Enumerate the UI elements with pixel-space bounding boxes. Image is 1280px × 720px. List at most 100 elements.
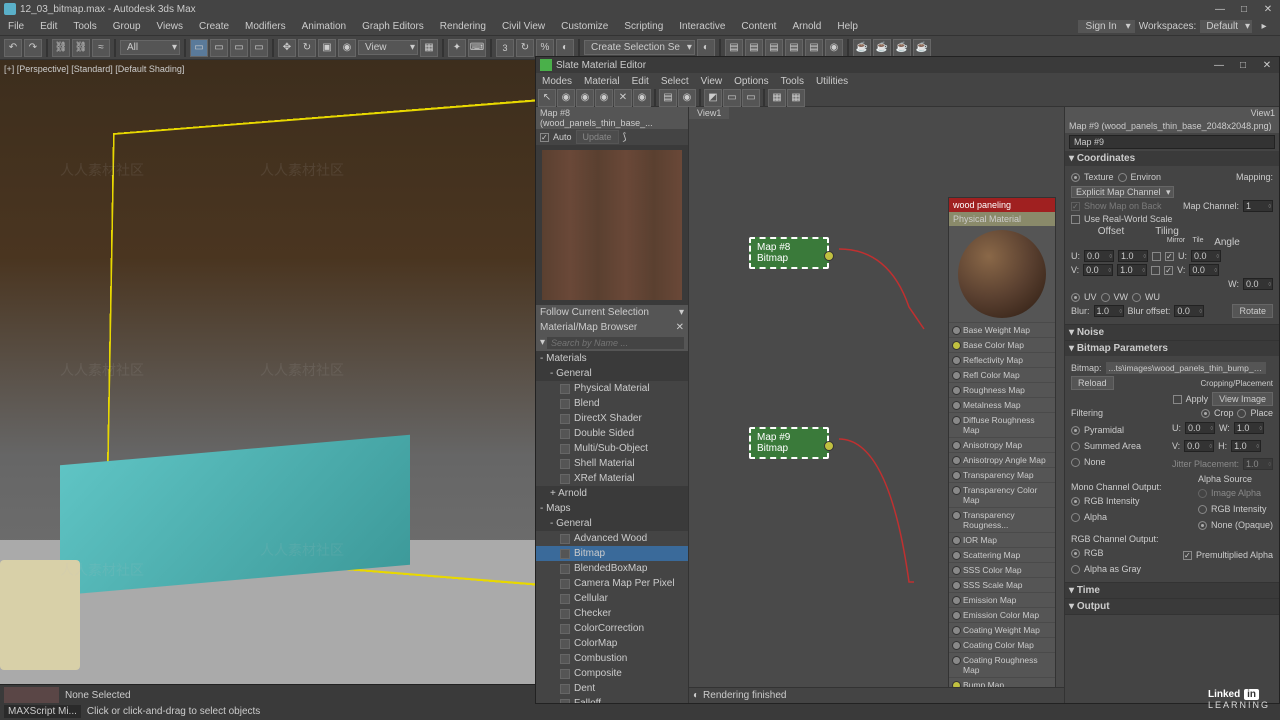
sme-menu-utilities[interactable]: Utilities: [810, 75, 854, 88]
menu-create[interactable]: Create: [191, 19, 237, 34]
search-menu-icon[interactable]: ▾: [540, 337, 545, 349]
sme-menu-modes[interactable]: Modes: [536, 75, 578, 88]
menu-edit[interactable]: Edit: [32, 19, 65, 34]
tree-item-dent[interactable]: Dent: [536, 681, 688, 696]
pyramidal-radio[interactable]: [1071, 426, 1080, 435]
material-slot-ior-map[interactable]: IOR Map: [949, 532, 1055, 547]
u-offset-spinner[interactable]: 0.0: [1084, 250, 1114, 262]
crop-h-spinner[interactable]: 1.0: [1231, 440, 1261, 452]
blur-offset-spinner[interactable]: 0.0: [1174, 305, 1204, 317]
sme-menu-options[interactable]: Options: [728, 75, 774, 88]
material-slot-diffuse-roughness-map[interactable]: Diffuse Roughness Map: [949, 412, 1055, 437]
menu-interactive[interactable]: Interactive: [671, 19, 733, 34]
tree-item-cellular[interactable]: Cellular: [536, 591, 688, 606]
crop-w-spinner[interactable]: 1.0: [1234, 422, 1264, 434]
preview-lock-icon[interactable]: ⟆: [623, 132, 627, 143]
sme-tool-5[interactable]: ✕: [614, 89, 632, 107]
material-slot-anisotropy-map[interactable]: Anisotropy Map: [949, 437, 1055, 452]
placement-button[interactable]: ◉: [338, 39, 356, 57]
maxscript-listener[interactable]: MAXScript Mi...: [4, 705, 81, 718]
mono-rgb-radio[interactable]: [1071, 497, 1080, 506]
sme-tool-12[interactable]: ▦: [768, 89, 786, 107]
browser-close-icon[interactable]: ✕: [676, 322, 684, 333]
spinner-snap-button[interactable]: ◐: [556, 39, 574, 57]
undo-button[interactable]: ↶: [4, 39, 22, 57]
w-angle-spinner[interactable]: 0.0: [1243, 278, 1273, 290]
menu-civil-view[interactable]: Civil View: [494, 19, 553, 34]
link-button[interactable]: ⛓: [52, 39, 70, 57]
bitmap-params-rollout-header[interactable]: Bitmap Parameters: [1065, 341, 1279, 356]
window-crossing-button[interactable]: ▭: [250, 39, 268, 57]
apply-checkbox[interactable]: [1173, 395, 1182, 404]
material-slot-roughness-map[interactable]: Roughness Map: [949, 382, 1055, 397]
rotate-button[interactable]: ↻: [298, 39, 316, 57]
material-slot-metalness-map[interactable]: Metalness Map: [949, 397, 1055, 412]
select-rect-button[interactable]: ▭: [230, 39, 248, 57]
material-slot-base-color-map[interactable]: Base Color Map: [949, 337, 1055, 352]
material-slot-anisotropy-angle-map[interactable]: Anisotropy Angle Map: [949, 452, 1055, 467]
u-angle-spinner[interactable]: 0.0: [1191, 250, 1221, 262]
material-slot-coating-roughness-map[interactable]: Coating Roughness Map: [949, 652, 1055, 677]
tree-item-bitmap[interactable]: Bitmap: [536, 546, 688, 561]
signin-button[interactable]: Sign In: [1078, 20, 1135, 33]
wu-radio[interactable]: [1132, 293, 1141, 302]
unlink-button[interactable]: ⛓: [72, 39, 90, 57]
render-button[interactable]: ☕: [893, 39, 911, 57]
curve-editor-button[interactable]: ▤: [785, 39, 803, 57]
tree-category[interactable]: - General: [536, 516, 688, 531]
rgb-out-alpha-radio[interactable]: [1071, 565, 1080, 574]
v-angle-spinner[interactable]: 0.0: [1189, 264, 1219, 276]
coordinates-rollout-header[interactable]: Coordinates: [1065, 151, 1279, 166]
sme-tool-4[interactable]: ◉: [595, 89, 613, 107]
material-slot-sss-scale-map[interactable]: SSS Scale Map: [949, 577, 1055, 592]
material-slot-emission-map[interactable]: Emission Map: [949, 592, 1055, 607]
tree-item-composite[interactable]: Composite: [536, 666, 688, 681]
layer-button[interactable]: ▤: [745, 39, 763, 57]
tree-category[interactable]: - Materials: [536, 351, 688, 366]
material-slot-reflectivity-map[interactable]: Reflectivity Map: [949, 352, 1055, 367]
tree-category[interactable]: - Maps: [536, 501, 688, 516]
viewport[interactable]: [+] [Perspective] [Standard] [Default Sh…: [0, 60, 535, 720]
vw-radio[interactable]: [1101, 293, 1110, 302]
sme-tool-3[interactable]: ◉: [576, 89, 594, 107]
render-preset-button[interactable]: ☕: [913, 39, 931, 57]
manipulate-button[interactable]: ✦: [448, 39, 466, 57]
crop-v-spinner[interactable]: 0.0: [1184, 440, 1214, 452]
sme-close-button[interactable]: ✕: [1259, 58, 1275, 72]
node-output-slot[interactable]: [824, 441, 834, 451]
selection-filter-dropdown[interactable]: All: [120, 40, 180, 55]
sme-menu-tools[interactable]: Tools: [775, 75, 810, 88]
tree-item-blend[interactable]: Blend: [536, 396, 688, 411]
menu-content[interactable]: Content: [733, 19, 784, 34]
viewport-label[interactable]: [+] [Perspective] [Standard] [Default Sh…: [4, 64, 184, 74]
rgb-out-rgb-radio[interactable]: [1071, 549, 1080, 558]
tree-item-camera-map-per-pixel[interactable]: Camera Map Per Pixel: [536, 576, 688, 591]
bitmap-path-button[interactable]: ...ts\images\wood_panels_thin_bump_2048x…: [1106, 362, 1266, 374]
sme-maximize-button[interactable]: □: [1235, 58, 1251, 72]
img-alpha-radio[interactable]: [1198, 489, 1207, 498]
tree-item-falloff[interactable]: Falloff: [536, 696, 688, 703]
jitter-spinner[interactable]: 1.0: [1243, 458, 1273, 470]
material-slot-coating-weight-map[interactable]: Coating Weight Map: [949, 622, 1055, 637]
snap-button[interactable]: 3: [496, 39, 514, 57]
named-selection-dropdown[interactable]: Create Selection Se: [584, 40, 695, 55]
tree-category[interactable]: - General: [536, 366, 688, 381]
crop-u-spinner[interactable]: 0.0: [1185, 422, 1215, 434]
sme-menu-select[interactable]: Select: [655, 75, 695, 88]
material-map-tree[interactable]: - Materials- GeneralPhysical MaterialBle…: [536, 351, 688, 703]
redo-button[interactable]: ↷: [24, 39, 42, 57]
crop-radio[interactable]: [1201, 409, 1210, 418]
tree-item-combustion[interactable]: Combustion: [536, 651, 688, 666]
output-rollout-header[interactable]: Output: [1065, 599, 1279, 614]
menu-views[interactable]: Views: [149, 19, 192, 34]
menu-animation[interactable]: Animation: [294, 19, 354, 34]
auto-checkbox[interactable]: [540, 133, 549, 142]
material-node[interactable]: wood paneling Physical Material Base Wei…: [948, 197, 1056, 703]
u-mirror-checkbox[interactable]: [1152, 252, 1161, 261]
none-filter-radio[interactable]: [1071, 458, 1080, 467]
tree-item-physical-material[interactable]: Physical Material: [536, 381, 688, 396]
environ-radio[interactable]: [1118, 173, 1127, 182]
schematic-button[interactable]: ▤: [805, 39, 823, 57]
sme-tool-10[interactable]: ▭: [723, 89, 741, 107]
close-button[interactable]: ✕: [1260, 2, 1276, 16]
